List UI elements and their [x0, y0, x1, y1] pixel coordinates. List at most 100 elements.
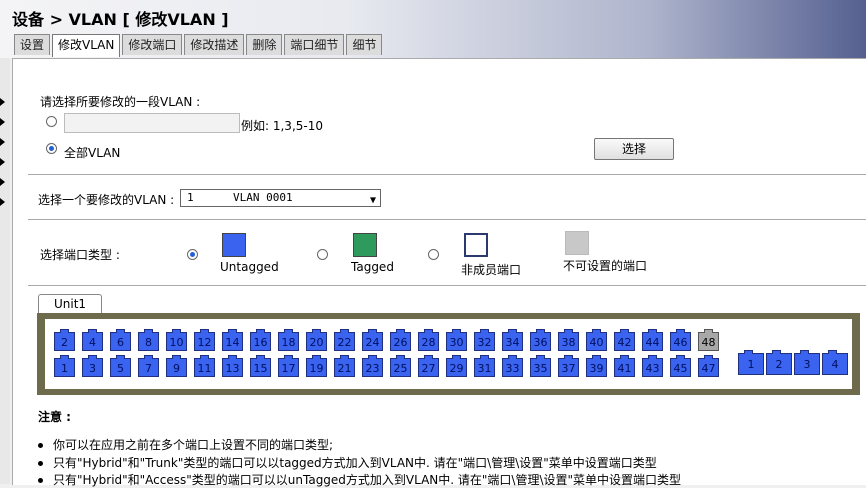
note-text: 你可以在应用之前在多个端口上设置不同的端口类型;	[53, 438, 334, 452]
port-8[interactable]: 8	[138, 329, 159, 351]
port-28[interactable]: 28	[418, 329, 439, 351]
port-39[interactable]: 39	[586, 355, 607, 377]
port-4[interactable]: 4	[822, 350, 848, 375]
port-32[interactable]: 32	[474, 329, 495, 351]
port-5[interactable]: 5	[110, 355, 131, 377]
non-member-label: 非成员端口	[461, 263, 522, 277]
port-47[interactable]: 47	[698, 355, 719, 377]
port-type-label: 选择端口类型 :	[40, 248, 120, 262]
port-43[interactable]: 43	[642, 355, 663, 377]
expand-arrow-icon[interactable]	[0, 158, 5, 166]
tab-modify-vlan[interactable]: 修改VLAN	[52, 34, 121, 57]
select-button[interactable]: 选择	[594, 138, 674, 160]
note-text: 只有"Hybrid"和"Access"类型的端口可以以unTagged方式加入到…	[53, 473, 682, 487]
bullet-icon	[38, 461, 43, 466]
vlan-range-input[interactable]	[64, 113, 240, 133]
port-46[interactable]: 46	[670, 329, 691, 351]
port-3[interactable]: 3	[794, 350, 820, 375]
port-29[interactable]: 29	[446, 355, 467, 377]
port-18[interactable]: 18	[278, 329, 299, 351]
vlan-select-name: VLAN 0001	[233, 191, 293, 204]
unit-tab[interactable]: Unit1	[38, 294, 102, 313]
port-21[interactable]: 21	[334, 355, 355, 377]
unsettable-swatch	[565, 231, 589, 255]
note-item: 你可以在应用之前在多个端口上设置不同的端口类型;	[38, 436, 333, 453]
untagged-radio[interactable]	[187, 249, 198, 260]
port-10[interactable]: 10	[166, 329, 187, 351]
vlan-select-id: 1	[187, 191, 194, 204]
port-6[interactable]: 6	[110, 329, 131, 351]
tab-modify-description[interactable]: 修改描述	[184, 34, 245, 55]
note-item: 只有"Hybrid"和"Access"类型的端口可以以unTagged方式加入到…	[38, 471, 681, 488]
port-15[interactable]: 15	[250, 355, 271, 377]
bullet-icon	[38, 478, 43, 483]
expand-arrow-icon[interactable]	[0, 98, 5, 106]
port-26[interactable]: 26	[390, 329, 411, 351]
port-22[interactable]: 22	[334, 329, 355, 351]
vlan-range-radio[interactable]	[46, 116, 57, 127]
port-38[interactable]: 38	[558, 329, 579, 351]
expand-arrow-icon[interactable]	[0, 198, 5, 206]
port-16[interactable]: 16	[250, 329, 271, 351]
untagged-swatch	[222, 233, 246, 257]
port-44[interactable]: 44	[642, 329, 663, 351]
bullet-icon	[38, 443, 43, 448]
tab-port-details[interactable]: 端口细节	[284, 34, 345, 55]
chevron-down-icon: ▼	[369, 195, 376, 206]
port-7[interactable]: 7	[138, 355, 159, 377]
port-12[interactable]: 12	[194, 329, 215, 351]
divider	[28, 285, 866, 286]
expand-arrow-icon[interactable]	[0, 118, 5, 126]
port-13[interactable]: 13	[222, 355, 243, 377]
non-member-swatch	[464, 233, 488, 257]
port-11[interactable]: 11	[194, 355, 215, 377]
divider	[28, 174, 866, 175]
port-33[interactable]: 33	[502, 355, 523, 377]
vlan-range-prompt: 请选择所要修改的一段VLAN :	[40, 95, 201, 109]
port-31[interactable]: 31	[474, 355, 495, 377]
port-37[interactable]: 37	[558, 355, 579, 377]
port-3[interactable]: 3	[82, 355, 103, 377]
notes-title: 注意 :	[38, 410, 71, 424]
tab-settings[interactable]: 设置	[14, 34, 51, 55]
tagged-radio[interactable]	[317, 249, 328, 260]
tab-delete[interactable]: 删除	[246, 34, 283, 55]
port-17[interactable]: 17	[278, 355, 299, 377]
port-19[interactable]: 19	[306, 355, 327, 377]
port-40[interactable]: 40	[586, 329, 607, 351]
port-1[interactable]: 1	[54, 355, 75, 377]
untagged-label: Untagged	[220, 260, 279, 274]
port-48[interactable]: 48	[698, 329, 719, 351]
all-vlan-label: 全部VLAN	[64, 146, 121, 160]
port-36[interactable]: 36	[530, 329, 551, 351]
port-2[interactable]: 2	[54, 329, 75, 351]
port-9[interactable]: 9	[166, 355, 187, 377]
port-35[interactable]: 35	[530, 355, 551, 377]
unsettable-label: 不可设置的端口	[563, 259, 648, 273]
left-nav-strip	[0, 58, 10, 484]
tab-modify-port[interactable]: 修改端口	[122, 34, 183, 55]
port-27[interactable]: 27	[418, 355, 439, 377]
port-24[interactable]: 24	[362, 329, 383, 351]
expand-arrow-icon[interactable]	[0, 178, 5, 186]
port-1[interactable]: 1	[738, 350, 764, 375]
port-23[interactable]: 23	[362, 355, 383, 377]
port-41[interactable]: 41	[614, 355, 635, 377]
all-vlan-radio[interactable]	[46, 143, 57, 154]
port-45[interactable]: 45	[670, 355, 691, 377]
port-2[interactable]: 2	[766, 350, 792, 375]
port-20[interactable]: 20	[306, 329, 327, 351]
note-item: 只有"Hybrid"和"Trunk"类型的端口可以以tagged方式加入到VLA…	[38, 454, 657, 471]
port-30[interactable]: 30	[446, 329, 467, 351]
port-4[interactable]: 4	[82, 329, 103, 351]
port-25[interactable]: 25	[390, 355, 411, 377]
port-14[interactable]: 14	[222, 329, 243, 351]
unit-panel	[37, 313, 860, 395]
vlan-select-dropdown[interactable]: 1 VLAN 0001 ▼	[180, 189, 381, 207]
expand-arrow-icon[interactable]	[0, 138, 5, 146]
port-34[interactable]: 34	[502, 329, 523, 351]
non-member-radio[interactable]	[428, 249, 439, 260]
note-text: 只有"Hybrid"和"Trunk"类型的端口可以以tagged方式加入到VLA…	[53, 456, 657, 470]
port-42[interactable]: 42	[614, 329, 635, 351]
tab-details[interactable]: 细节	[346, 34, 383, 55]
